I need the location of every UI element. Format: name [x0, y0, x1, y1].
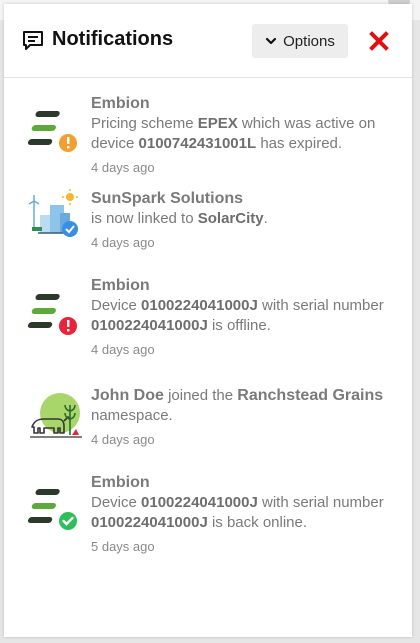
embion-logo-success-icon — [28, 489, 77, 530]
notification-item[interactable]: John Doe joined the Ranchstead Grains na… — [4, 376, 412, 464]
notification-message: Device 0100224041000J with serial number… — [91, 494, 384, 531]
notification-time: 5 days ago — [91, 539, 155, 554]
notification-time: 4 days ago — [91, 432, 155, 447]
message-icon — [23, 31, 43, 50]
notification-item[interactable]: Embion Device 0100224041000J with serial… — [4, 266, 412, 376]
notification-message: Pricing scheme EPEX which was active on … — [91, 115, 376, 152]
notification-item[interactable]: SunSpark Solutions is now linked to Sola… — [4, 177, 412, 266]
notification-list: Embion Pricing scheme EPEX which was act… — [4, 78, 412, 563]
notification-source: Embion — [91, 474, 150, 491]
notification-source: Embion — [91, 277, 150, 294]
notification-item[interactable]: Embion Pricing scheme EPEX which was act… — [4, 78, 412, 177]
notification-content: Embion Device 0100224041000J with serial… — [91, 473, 401, 554]
notifications-panel: Notifications Options Embion Pricing sch… — [4, 4, 412, 637]
solar-city-verified-icon — [28, 189, 78, 237]
notification-message: is now linked to SolarCity. — [91, 210, 268, 227]
farm-namespace-icon — [30, 393, 82, 438]
notification-time: 4 days ago — [91, 342, 155, 357]
notification-content: SunSpark Solutions is now linked to Sola… — [91, 189, 401, 250]
close-icon[interactable] — [368, 30, 390, 52]
notification-content: John Doe joined the Ranchstead Grains na… — [91, 386, 401, 447]
embion-logo-warning-icon — [28, 111, 77, 152]
panel-header: Notifications Options — [4, 4, 412, 78]
notification-content: Embion Device 0100224041000J with serial… — [91, 276, 401, 357]
options-label: Options — [283, 32, 335, 50]
notification-source: John Doe — [91, 387, 164, 404]
notification-source: Embion — [91, 95, 150, 112]
notification-content: Embion Pricing scheme EPEX which was act… — [91, 94, 401, 175]
notification-item[interactable]: Embion Device 0100224041000J with serial… — [4, 464, 412, 563]
chevron-down-icon — [266, 37, 277, 45]
options-button[interactable]: Options — [252, 24, 348, 58]
embion-logo-error-icon — [28, 294, 77, 335]
notification-source: SunSpark Solutions — [91, 190, 244, 207]
notification-message: John Doe joined the Ranchstead Grains na… — [91, 387, 384, 424]
notification-time: 4 days ago — [91, 160, 155, 175]
notification-message: Device 0100224041000J with serial number… — [91, 297, 384, 334]
panel-title: Notifications — [52, 28, 174, 50]
notification-time: 4 days ago — [91, 235, 155, 250]
